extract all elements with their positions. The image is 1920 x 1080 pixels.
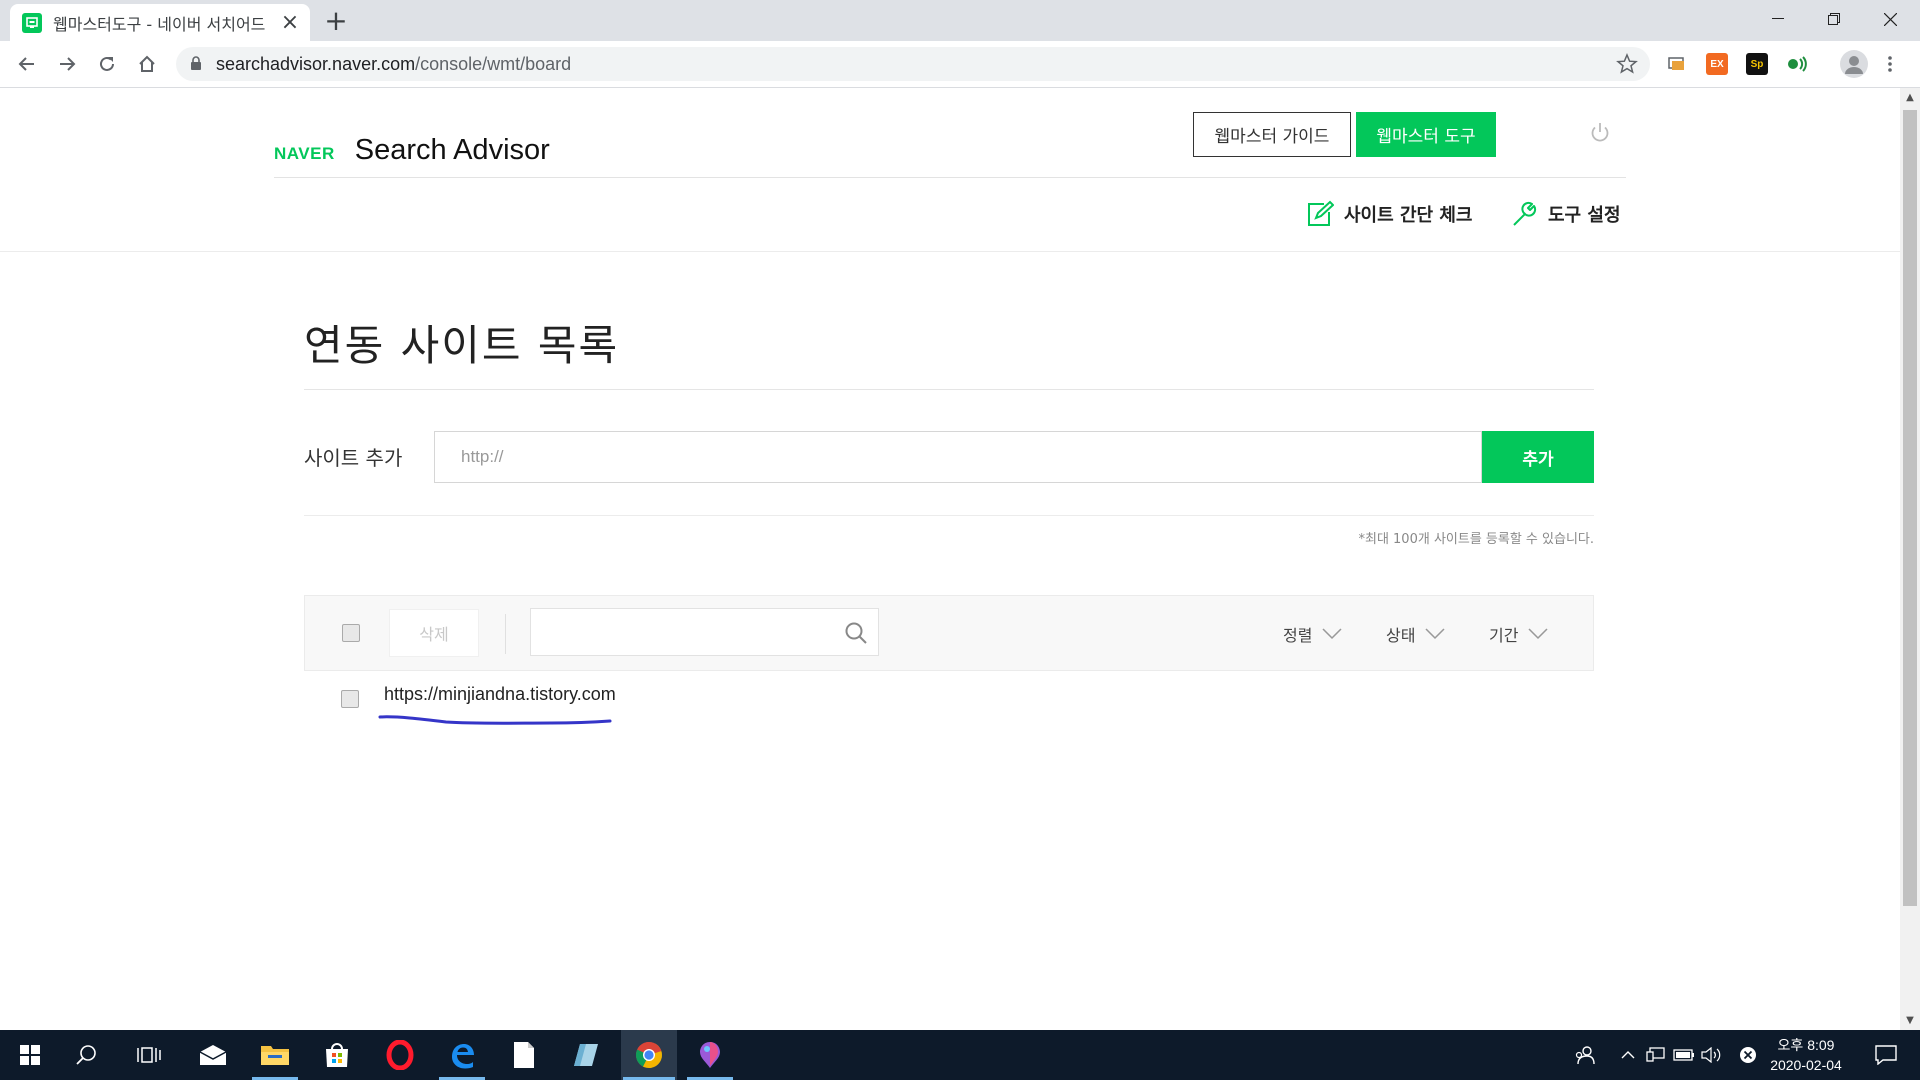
site-url-input[interactable] bbox=[434, 431, 1482, 483]
tool-settings-link[interactable]: 도구 설정 bbox=[1510, 200, 1621, 228]
wrench-icon bbox=[1513, 201, 1537, 226]
webmaster-guide-button[interactable]: 웹마스터 가이드 bbox=[1193, 112, 1351, 157]
url-path: /console/wmt/board bbox=[415, 53, 572, 74]
taskbar-clock[interactable]: 오후 8:09 2020-02-04 bbox=[1756, 1035, 1856, 1075]
chrome-taskbar-icon[interactable] bbox=[621, 1030, 677, 1080]
site-limit-notice: *최대 100개 사이트를 등록할 수 있습니다. bbox=[1358, 532, 1594, 547]
scroll-thumb[interactable] bbox=[1903, 110, 1917, 906]
action-center-icon[interactable] bbox=[1866, 1030, 1906, 1080]
period-label: 기간 bbox=[1489, 626, 1519, 645]
chevron-down-icon bbox=[1322, 628, 1342, 640]
site-list-item: https://minjiandna.tistory.com bbox=[304, 671, 1594, 731]
chevron-down-icon bbox=[1528, 628, 1548, 640]
browser-tab[interactable]: 웹마스터도구 - 네이버 서치어드 × bbox=[10, 4, 310, 41]
ms-store-icon[interactable] bbox=[312, 1030, 362, 1080]
tab-close-icon[interactable]: × bbox=[280, 12, 300, 34]
add-site-button[interactable]: 추가 bbox=[1482, 431, 1594, 483]
people-icon[interactable] bbox=[1570, 1030, 1600, 1080]
edge-icon[interactable] bbox=[437, 1030, 487, 1080]
site-check-label: 사이트 간단 체크 bbox=[1344, 205, 1473, 226]
page-viewport: NAVER Search Advisor 웹마스터 가이드 웹마스터 도구 사이… bbox=[0, 88, 1900, 1030]
battery-icon[interactable] bbox=[1672, 1030, 1696, 1080]
url-text: searchadvisor.naver.com/console/wmt/boar… bbox=[216, 54, 571, 75]
windows-taskbar: 오후 8:09 2020-02-04 bbox=[0, 1030, 1920, 1080]
sp-extension-icon[interactable]: Sp bbox=[1746, 53, 1768, 75]
status-dropdown[interactable]: 상태 bbox=[1386, 622, 1445, 646]
back-icon[interactable] bbox=[12, 49, 42, 79]
document-icon[interactable] bbox=[499, 1030, 549, 1080]
product-name: Search Advisor bbox=[354, 134, 550, 166]
opera-icon[interactable] bbox=[375, 1030, 425, 1080]
network-icon[interactable] bbox=[1644, 1030, 1668, 1080]
search-taskbar-icon[interactable] bbox=[62, 1030, 112, 1080]
tray-expand-icon[interactable] bbox=[1616, 1030, 1640, 1080]
clock-date: 2020-02-04 bbox=[1770, 1057, 1842, 1073]
scroll-up-icon[interactable]: ▲ bbox=[1905, 93, 1915, 103]
chevron-down-icon bbox=[1425, 628, 1445, 640]
close-window-icon[interactable] bbox=[1862, 0, 1918, 38]
ex-extension-icon[interactable]: EX bbox=[1706, 53, 1728, 75]
scroll-down-icon[interactable]: ▼ bbox=[1905, 1016, 1915, 1026]
browser-toolbar: searchadvisor.naver.com/console/wmt/boar… bbox=[0, 41, 1920, 88]
site-search-input[interactable] bbox=[530, 608, 879, 656]
edit-icon bbox=[1308, 200, 1334, 226]
browser-menu-icon[interactable] bbox=[1882, 53, 1898, 75]
restore-icon[interactable] bbox=[1806, 0, 1862, 38]
notes-app-icon[interactable] bbox=[561, 1030, 611, 1080]
home-icon[interactable] bbox=[132, 49, 162, 79]
mail-app-icon[interactable] bbox=[188, 1030, 238, 1080]
address-bar[interactable]: searchadvisor.naver.com/console/wmt/boar… bbox=[176, 47, 1650, 81]
title-divider bbox=[304, 389, 1594, 390]
logout-power-icon[interactable] bbox=[1588, 121, 1612, 149]
page-scrollbar[interactable]: ▲ ▼ bbox=[1900, 88, 1920, 1030]
cast-extension-icon[interactable] bbox=[1666, 53, 1688, 75]
tab-title: 웹마스터도구 - 네이버 서치어드 bbox=[53, 14, 266, 34]
webmaster-tool-button[interactable]: 웹마스터 도구 bbox=[1356, 112, 1496, 157]
delete-button[interactable]: 삭제 bbox=[389, 609, 479, 657]
select-all-checkbox[interactable] bbox=[342, 624, 360, 642]
paint-balloon-icon[interactable] bbox=[685, 1030, 735, 1080]
tool-settings-label: 도구 설정 bbox=[1548, 205, 1621, 226]
search-icon[interactable] bbox=[844, 621, 868, 649]
browser-tabstrip: 웹마스터도구 - 네이버 서치어드 × + bbox=[0, 0, 1920, 41]
site-check-link[interactable]: 사이트 간단 체크 bbox=[1306, 200, 1472, 228]
handwritten-underline bbox=[378, 715, 612, 725]
page-title: 연동 사이트 목록 bbox=[304, 321, 620, 370]
minimize-icon[interactable] bbox=[1750, 0, 1806, 38]
file-explorer-icon[interactable] bbox=[250, 1030, 300, 1080]
bookmark-star-icon[interactable] bbox=[1616, 53, 1638, 79]
profile-avatar-icon[interactable] bbox=[1840, 50, 1868, 78]
naver-logo-text: NAVER bbox=[274, 144, 335, 163]
task-view-icon[interactable] bbox=[124, 1030, 174, 1080]
sort-dropdown[interactable]: 정렬 bbox=[1283, 622, 1342, 646]
header-divider bbox=[274, 177, 1626, 178]
site-url-link[interactable]: https://minjiandna.tistory.com bbox=[384, 684, 616, 705]
clock-time: 오후 8:09 bbox=[1777, 1037, 1835, 1053]
reload-icon[interactable] bbox=[92, 49, 122, 79]
search-advisor-logo[interactable]: NAVER Search Advisor bbox=[274, 134, 550, 167]
url-host: searchadvisor.naver.com bbox=[216, 53, 416, 74]
toolbar-separator bbox=[505, 614, 506, 654]
sound-extension-icon[interactable] bbox=[1786, 53, 1808, 75]
site-add-label: 사이트 추가 bbox=[304, 446, 403, 470]
lock-icon[interactable] bbox=[190, 56, 202, 75]
add-divider bbox=[304, 515, 1594, 516]
status-label: 상태 bbox=[1386, 626, 1416, 645]
new-tab-icon[interactable]: + bbox=[322, 7, 350, 36]
volume-icon[interactable] bbox=[1700, 1030, 1724, 1080]
sort-label: 정렬 bbox=[1283, 626, 1313, 645]
windows-start-icon[interactable] bbox=[5, 1030, 55, 1080]
period-dropdown[interactable]: 기간 bbox=[1489, 622, 1548, 646]
site-row-checkbox[interactable] bbox=[341, 690, 359, 708]
forward-icon[interactable] bbox=[52, 49, 82, 79]
site-header: NAVER Search Advisor 웹마스터 가이드 웹마스터 도구 사이… bbox=[0, 88, 1900, 252]
site-list-toolbar: 삭제 정렬 상태 기간 bbox=[304, 595, 1594, 671]
naver-favicon-icon bbox=[22, 12, 42, 33]
